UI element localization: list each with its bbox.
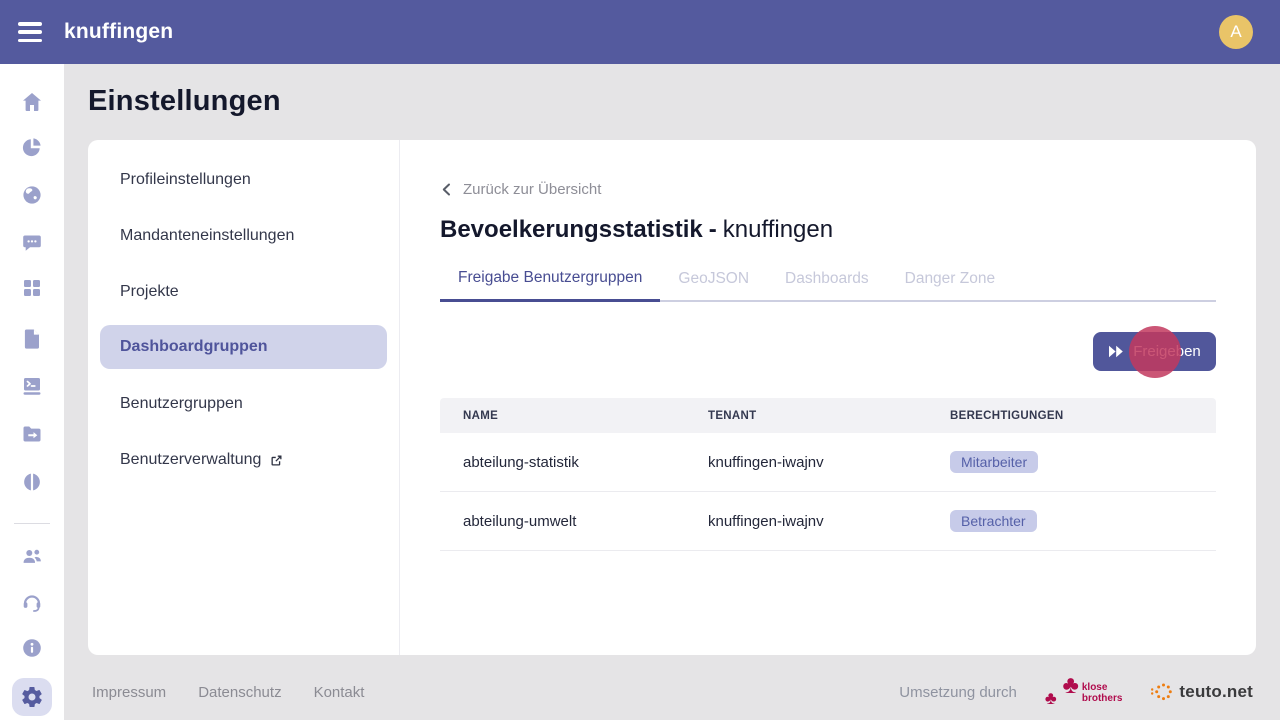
folder-export-icon	[20, 422, 44, 446]
cell-name: abteilung-umwelt	[440, 513, 685, 530]
tab-danger-zone[interactable]: Danger Zone	[887, 269, 1013, 300]
split-circle-icon	[20, 470, 44, 494]
sidebar-nav-support[interactable]	[12, 582, 52, 622]
tab-freigabe-benutzergruppen[interactable]: Freigabe Benutzergruppen	[440, 269, 660, 302]
teuto-net-logo[interactable]: teuto.net	[1150, 681, 1253, 703]
page-title: Einstellungen	[88, 85, 281, 118]
icon-rail	[0, 64, 64, 720]
sidebar-nav-dashboards[interactable]	[12, 268, 52, 308]
table-row[interactable]: abteilung-statistik knuffingen-iwajnv Mi…	[440, 433, 1216, 492]
settings-card: Profileinstellungen Mandanteneinstellung…	[88, 140, 1256, 655]
user-avatar[interactable]: A	[1219, 15, 1253, 49]
document-icon	[20, 327, 44, 351]
users-icon	[20, 544, 44, 568]
sidebar-nav-chat[interactable]	[12, 223, 52, 263]
chat-icon	[20, 231, 44, 255]
tab-dashboards[interactable]: Dashboards	[767, 269, 887, 300]
globe-icon	[20, 183, 44, 207]
column-header-tenant: TENANT	[685, 410, 927, 422]
gear-icon	[20, 685, 44, 709]
sidebar-nav-terminal[interactable]	[12, 366, 52, 406]
footer-link-impressum[interactable]: Impressum	[92, 684, 166, 701]
hamburger-icon	[18, 22, 42, 26]
permission-badge: Betrachter	[950, 510, 1037, 532]
panel-divider	[399, 140, 400, 655]
footer-link-datenschutz[interactable]: Datenschutz	[198, 684, 281, 701]
cell-tenant: knuffingen-iwajnv	[685, 513, 927, 530]
column-header-name: NAME	[440, 410, 685, 422]
back-to-overview-link[interactable]: Zurück zur Übersicht	[440, 181, 601, 198]
permission-badge: Mitarbeiter	[950, 451, 1038, 473]
table-header-row: NAME TENANT BERECHTIGUNGEN	[440, 398, 1216, 433]
terminal-icon	[20, 374, 44, 398]
cell-tenant: knuffingen-iwajnv	[685, 454, 927, 471]
settings-nav-mandanteneinstellungen[interactable]: Mandanteneinstellungen	[100, 214, 387, 258]
settings-nav-profileinstellungen[interactable]: Profileinstellungen	[100, 158, 387, 202]
external-link-icon	[269, 453, 284, 468]
settings-nav-dashboardgruppen[interactable]: Dashboardgruppen	[100, 325, 387, 369]
info-icon	[20, 636, 44, 660]
grid-icon	[20, 276, 44, 300]
tenant-name: knuffingen	[723, 216, 833, 243]
table-row[interactable]: abteilung-umwelt knuffingen-iwajnv Betra…	[440, 492, 1216, 551]
footer-attribution: Umsetzung durch ♣♣ klose brothers teuto.…	[899, 677, 1253, 707]
sidebar-nav-documents[interactable]	[12, 319, 52, 359]
hamburger-menu-button[interactable]	[14, 16, 50, 48]
tab-geojson[interactable]: GeoJSON	[660, 269, 767, 300]
detail-tabs: Freigabe Benutzergruppen GeoJSON Dashboa…	[440, 269, 1216, 302]
sidebar-nav-export[interactable]	[12, 414, 52, 454]
sidebar-nav-reports[interactable]	[12, 462, 52, 502]
brand-title: knuffingen	[64, 0, 173, 64]
headset-icon	[20, 590, 44, 614]
dashboard-group-name: Bevoelkerungsstatistik	[440, 216, 703, 243]
sidebar-nav-map[interactable]	[12, 175, 52, 215]
sidebar-nav-analytics[interactable]	[12, 127, 52, 167]
rail-divider	[14, 523, 50, 524]
pie-chart-icon	[20, 135, 44, 159]
avatar-initial: A	[1230, 22, 1241, 42]
detail-title: Bevoelkerungsstatistik-knuffingen	[440, 216, 833, 244]
sidebar-nav-settings[interactable]	[12, 678, 52, 716]
home-icon	[20, 90, 44, 114]
chevron-left-icon	[440, 182, 453, 197]
topbar: knuffingen A	[0, 0, 1280, 64]
klose-brothers-logo[interactable]: ♣♣ klose brothers	[1045, 677, 1123, 707]
column-header-berechtigungen: BERECHTIGUNGEN	[927, 410, 1216, 422]
share-button[interactable]: Freigeben	[1093, 332, 1216, 371]
page-footer: Impressum Datenschutz Kontakt Umsetzung …	[64, 664, 1280, 720]
share-icon	[1108, 345, 1124, 358]
footer-links: Impressum Datenschutz Kontakt	[92, 684, 364, 701]
sidebar-nav-users[interactable]	[12, 536, 52, 576]
attribution-text: Umsetzung durch	[899, 684, 1017, 701]
permissions-table: NAME TENANT BERECHTIGUNGEN abteilung-sta…	[440, 398, 1216, 551]
footer-link-kontakt[interactable]: Kontakt	[314, 684, 365, 701]
klose-clover-icon: ♣♣	[1045, 677, 1079, 707]
cell-name: abteilung-statistik	[440, 454, 685, 471]
teuto-sun-icon	[1150, 681, 1174, 703]
settings-nav-projekte[interactable]: Projekte	[100, 270, 387, 314]
settings-nav-benutzerverwaltung[interactable]: Benutzerverwaltung	[100, 438, 387, 482]
settings-nav-benutzergruppen[interactable]: Benutzergruppen	[100, 382, 387, 426]
sidebar-nav-info[interactable]	[12, 628, 52, 668]
sidebar-nav-home[interactable]	[12, 82, 52, 122]
